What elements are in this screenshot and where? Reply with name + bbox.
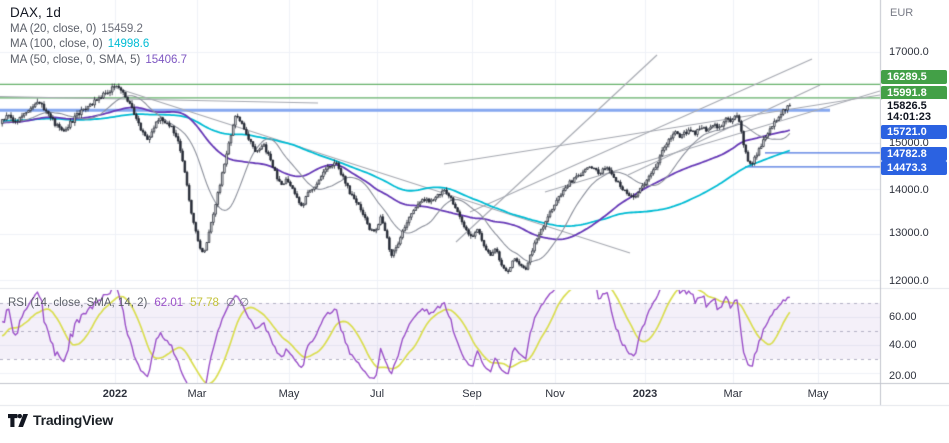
time-tick: May <box>807 388 829 400</box>
time-axis[interactable]: 2022 Mar May Jul Sep Nov 2023 Mar May <box>0 384 949 405</box>
price-axis[interactable]: EUR 17000.0 15000.0 14000.0 13000.0 12000.0 6… <box>881 0 949 406</box>
price-tick: 40.00 <box>889 338 917 351</box>
axis-currency-label: EUR <box>890 7 914 19</box>
time-tick: Sep <box>462 388 482 400</box>
price-tick: 20.00 <box>889 369 917 382</box>
chart-canvas[interactable] <box>0 0 949 443</box>
tradingview-chart-window: DAX, 1d MA (20, close, 0) 15459.2 MA (100,… <box>0 0 949 443</box>
symbol-legend: DAX, 1d MA (20, close, 0) 15459.2 MA (100,… <box>10 5 187 66</box>
price-tick: 60.00 <box>889 310 917 323</box>
tradingview-logo[interactable]: TradingView <box>8 412 113 428</box>
indicator-label: MA (20, close, 0) <box>10 23 97 36</box>
indicator-row[interactable]: MA (50, close, 0, SMA, 5) 15406.7 <box>10 54 187 66</box>
indicator-row[interactable]: MA (100, close, 0) 14998.6 <box>10 38 187 50</box>
price-badge-last: 14:01:23 <box>881 110 947 124</box>
time-tick: Mar <box>723 388 743 400</box>
time-tick: Nov <box>545 388 565 400</box>
rsi-value: 62.01 <box>154 297 184 309</box>
price-tick: 17000.0 <box>889 45 929 58</box>
price-tick: 12000.0 <box>889 274 929 287</box>
indicator-label: MA (100, close, 0) <box>10 38 103 51</box>
rsi-legend[interactable]: RSI (14, close, SMA, 14, 2) 62.01 57.78 ∅ ∅ <box>8 295 256 309</box>
time-tick: 2022 <box>102 388 128 400</box>
rsi-legend-label: RSI (14, close, SMA, 14, 2) <box>8 297 148 309</box>
indicator-row[interactable]: MA (20, close, 0) 15459.2 <box>10 23 187 35</box>
price-badge-green: 15991.8 <box>881 86 947 100</box>
price-tick: 14000.0 <box>889 183 929 196</box>
symbol-title[interactable]: DAX, 1d <box>10 5 187 20</box>
price-badge-green: 16289.5 <box>881 70 947 84</box>
tradingview-logo-icon <box>8 413 28 427</box>
price-tick: 13000.0 <box>889 226 929 239</box>
time-tick: May <box>278 388 300 400</box>
time-tick: 2023 <box>632 388 658 400</box>
indicator-label: MA (50, close, 0, SMA, 5) <box>10 53 141 66</box>
time-tick: Jul <box>369 388 385 400</box>
indicator-value: 14998.6 <box>107 38 150 51</box>
rsi-ma-value: 57.78 <box>190 297 219 309</box>
price-badge-blue: 15721.0 <box>881 125 947 139</box>
time-tick: Mar <box>187 388 207 400</box>
price-badge-blue: 14473.3 <box>881 161 947 175</box>
tradingview-logo-text: TradingView <box>33 412 114 428</box>
price-badge-blue: 14782.8 <box>881 147 947 161</box>
indicator-legend-rows: MA (20, close, 0) 15459.2 MA (100, close, … <box>10 23 187 65</box>
indicator-value: 15406.7 <box>145 53 187 66</box>
indicator-value: 15459.2 <box>101 23 143 36</box>
rsi-empty-values: ∅ ∅ <box>225 297 250 309</box>
